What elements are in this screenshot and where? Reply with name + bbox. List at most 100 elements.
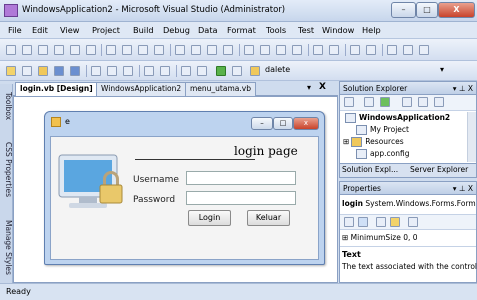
menu-file[interactable]: File — [8, 25, 22, 35]
events-icon[interactable] — [390, 217, 400, 227]
solution-explorer-title: Solution Explorer — [343, 84, 408, 93]
tab-menu-utama[interactable]: menu_utama.vb — [185, 82, 256, 96]
menu-format[interactable]: Format — [227, 25, 256, 35]
toolbar-overflow-icon[interactable]: ▾ — [440, 65, 444, 74]
menu-project[interactable]: Project — [92, 25, 120, 35]
password-input[interactable] — [186, 191, 296, 205]
save-icon[interactable] — [54, 66, 64, 76]
same-width-icon[interactable] — [106, 45, 116, 55]
open-file-icon[interactable] — [38, 66, 48, 76]
tab-order-icon[interactable] — [387, 45, 397, 55]
tree-item-my-project[interactable]: My Project — [356, 125, 409, 135]
alphabetical-icon[interactable] — [358, 217, 368, 227]
align-center-icon[interactable] — [22, 45, 32, 55]
copy-icon[interactable] — [107, 66, 117, 76]
properties-icon[interactable] — [344, 97, 354, 107]
same-size-icon[interactable] — [138, 45, 148, 55]
maximize-button[interactable]: □ — [416, 2, 438, 18]
form-close-button[interactable]: x — [293, 117, 319, 130]
property-row[interactable]: ⊞ MinimumSize 0, 0 — [342, 233, 418, 242]
view-designer-icon[interactable] — [418, 97, 428, 107]
tree-item-project[interactable]: WindowsApplication2 — [345, 113, 450, 123]
close-document-button[interactable]: X — [319, 82, 326, 92]
form-minimize-button[interactable]: – — [251, 117, 273, 130]
menu-edit[interactable]: Edit — [32, 25, 48, 35]
save-all-icon[interactable] — [70, 66, 80, 76]
vertical-spacing-icon[interactable] — [244, 45, 254, 55]
align-top-icon[interactable] — [54, 45, 64, 55]
menu-help[interactable]: Help — [362, 25, 381, 35]
menu-window[interactable]: Window — [322, 25, 354, 35]
increase-spacing-icon[interactable] — [191, 45, 201, 55]
send-to-back-icon[interactable] — [366, 45, 376, 55]
add-item-icon[interactable] — [22, 66, 32, 76]
status-bar: Ready — [0, 283, 477, 300]
undo-icon[interactable] — [144, 66, 154, 76]
tab-server-explorer[interactable]: Server Explorer — [410, 165, 468, 174]
manage-styles-tab[interactable]: Manage Styles — [0, 214, 13, 280]
css-properties-tab[interactable]: CSS Properties — [0, 130, 13, 210]
solution-explorer-toolbar — [340, 95, 476, 111]
cut-icon[interactable] — [91, 66, 101, 76]
size-to-grid-icon[interactable] — [154, 45, 164, 55]
find-icon[interactable] — [232, 66, 242, 76]
document-tab-row: login.vb [Design] WindowsApplication2 me… — [13, 81, 338, 96]
login-button[interactable]: Login — [188, 210, 231, 226]
menu-data[interactable]: Data — [198, 25, 218, 35]
username-input[interactable] — [186, 171, 296, 185]
class-diagram-icon[interactable] — [434, 97, 444, 107]
align-left-icon[interactable] — [6, 45, 16, 55]
menu-tools[interactable]: Tools — [266, 25, 286, 35]
properties-object-selector[interactable]: login System.Windows.Forms.Form ▾ — [342, 199, 477, 208]
find-combo[interactable]: dalete — [265, 65, 290, 74]
view-code-icon[interactable] — [402, 97, 412, 107]
categorized-icon[interactable] — [344, 217, 354, 227]
remove-spacing-icon[interactable] — [223, 45, 233, 55]
align-middle-icon[interactable] — [70, 45, 80, 55]
toolbar-options-icon[interactable] — [419, 45, 429, 55]
paste-icon[interactable] — [123, 66, 133, 76]
pane-pin-controls[interactable]: ▾ ⊥ X — [453, 84, 473, 93]
redo-icon[interactable] — [160, 66, 170, 76]
horizontal-spacing-icon[interactable] — [175, 45, 185, 55]
form-title: e — [65, 117, 70, 126]
decrease-spacing-icon[interactable] — [207, 45, 217, 55]
align-bottom-icon[interactable] — [86, 45, 96, 55]
new-project-icon[interactable] — [6, 66, 16, 76]
form-maximize-button[interactable]: □ — [273, 117, 293, 130]
start-debugging-icon[interactable] — [216, 66, 226, 76]
tab-solution-explorer[interactable]: Solution Expl... — [342, 165, 398, 174]
tab-windowsapplication2[interactable]: WindowsApplication2 — [96, 82, 187, 96]
keluar-button[interactable]: Keluar — [247, 210, 290, 226]
my-project-icon — [356, 125, 367, 135]
menu-build[interactable]: Build — [133, 25, 154, 35]
show-all-files-icon[interactable] — [364, 97, 374, 107]
property-pages-icon[interactable] — [408, 217, 418, 227]
properties-pin-controls[interactable]: ▾ ⊥ X — [453, 184, 473, 193]
center-horizontally-icon[interactable] — [313, 45, 323, 55]
properties-view-icon[interactable] — [376, 217, 386, 227]
toolbox-tab[interactable]: Toolbox — [0, 86, 13, 126]
solution-explorer-scrollbar[interactable] — [467, 112, 476, 162]
menu-view[interactable]: View — [60, 25, 79, 35]
find-in-files-icon[interactable] — [250, 66, 260, 76]
decrease-vspacing-icon[interactable] — [276, 45, 286, 55]
lock-controls-icon[interactable] — [403, 45, 413, 55]
navigate-forward-icon[interactable] — [197, 66, 207, 76]
remove-vspacing-icon[interactable] — [292, 45, 302, 55]
align-right-icon[interactable] — [38, 45, 48, 55]
navigate-back-icon[interactable] — [181, 66, 191, 76]
tree-item-resources[interactable]: ⊞ Resources — [343, 137, 404, 147]
close-button[interactable]: X — [438, 2, 475, 18]
same-height-icon[interactable] — [122, 45, 132, 55]
bring-to-front-icon[interactable] — [350, 45, 360, 55]
center-vertically-icon[interactable] — [329, 45, 339, 55]
menu-debug[interactable]: Debug — [163, 25, 190, 35]
menu-test[interactable]: Test — [298, 25, 314, 35]
refresh-icon[interactable] — [380, 97, 390, 107]
increase-vspacing-icon[interactable] — [260, 45, 270, 55]
tab-dropdown-icon[interactable]: ▾ — [307, 83, 311, 92]
tab-login-design[interactable]: login.vb [Design] — [15, 82, 98, 96]
tree-item-app-config[interactable]: app.config — [356, 149, 409, 159]
minimize-button[interactable]: – — [391, 2, 416, 18]
